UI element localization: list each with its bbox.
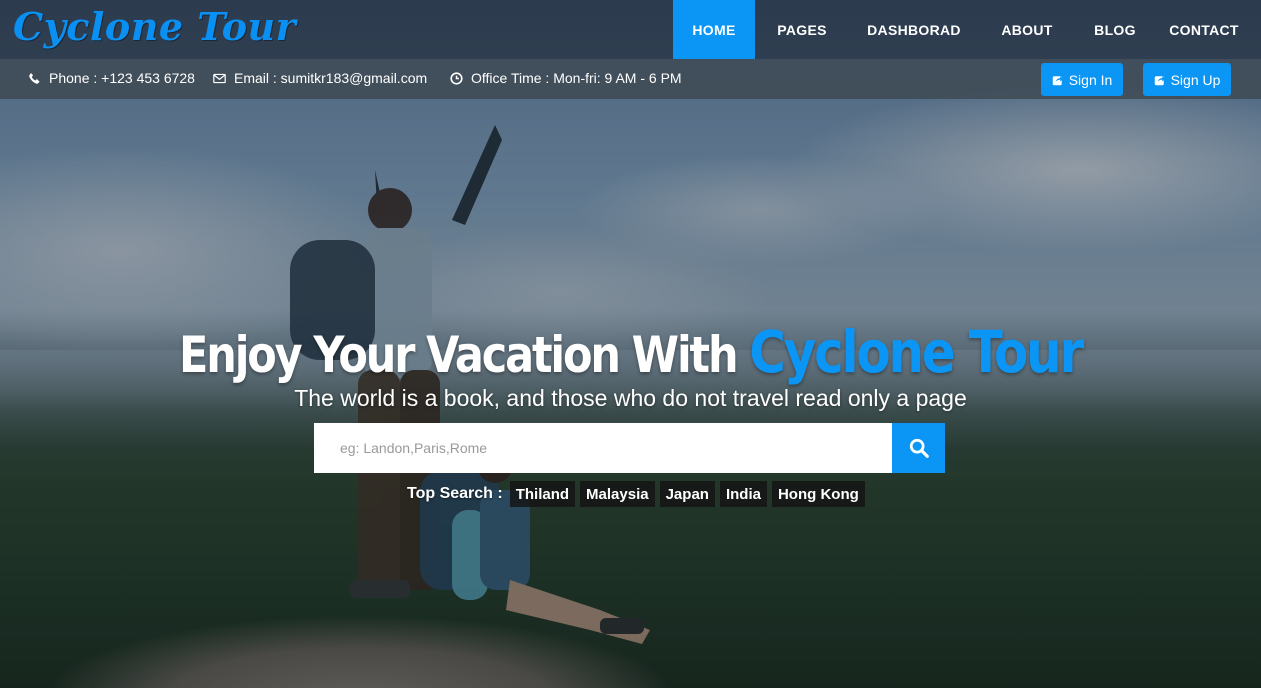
office-time-info: Office Time : Mon-fri: 9 AM - 6 PM	[450, 70, 682, 86]
main-nav: HOME PAGES DASHBORAD ABOUT BLOG CONTACT	[673, 0, 1261, 59]
destination-search-input[interactable]	[314, 423, 892, 473]
hero-title: Enjoy Your Vacation With Cyclone Tour	[88, 318, 1172, 386]
contact-info-bar: Phone : +123 453 6728 Email : sumitkr183…	[0, 59, 1261, 99]
email-text[interactable]: Email : sumitkr183@gmail.com	[234, 70, 427, 86]
sign-up-label: Sign Up	[1170, 71, 1221, 88]
email-info: Email : sumitkr183@gmail.com	[213, 70, 427, 86]
sign-in-button[interactable]: Sign In	[1041, 63, 1123, 96]
nav-item-blog[interactable]: BLOG	[1075, 0, 1155, 59]
hero-subtitle: The world is a book, and those who do no…	[294, 385, 967, 411]
phone-icon	[29, 72, 40, 84]
site-logo[interactable]: Cyclone Tour	[13, 4, 296, 49]
hero-title-brand: Cyclone Tour	[749, 318, 1084, 386]
tag-hong-kong[interactable]: Hong Kong	[771, 481, 865, 507]
phone-info: Phone : +123 453 6728	[28, 70, 195, 86]
tag-india[interactable]: India	[719, 481, 767, 507]
tag-malaysia[interactable]: Malaysia	[580, 481, 655, 507]
clock-icon	[450, 71, 463, 85]
top-navbar: Cyclone Tour HOME PAGES DASHBORAD ABOUT …	[0, 0, 1261, 59]
top-search-tags: Top Search : Thiland Malaysia Japan Indi…	[407, 481, 865, 507]
office-time-text: Office Time : Mon-fri: 9 AM - 6 PM	[471, 70, 682, 86]
nav-item-home[interactable]: HOME	[673, 0, 755, 59]
hero-title-prefix: Enjoy Your Vacation With	[179, 326, 739, 384]
nav-item-pages[interactable]: PAGES	[755, 0, 849, 59]
search-icon	[909, 438, 929, 458]
nav-item-dashboard[interactable]: DASHBORAD	[849, 0, 979, 59]
envelope-icon	[213, 73, 226, 83]
nav-item-about[interactable]: ABOUT	[979, 0, 1075, 59]
share-square-icon	[1154, 75, 1165, 85]
sign-up-button[interactable]: Sign Up	[1143, 63, 1231, 96]
share-square-icon	[1052, 75, 1063, 85]
search-button[interactable]	[892, 423, 945, 473]
phone-text: Phone : +123 453 6728	[49, 70, 195, 86]
top-search-label: Top Search :	[407, 485, 503, 502]
tag-thiland[interactable]: Thiland	[509, 481, 576, 507]
nav-item-contact[interactable]: CONTACT	[1155, 0, 1261, 59]
sign-in-label: Sign In	[1068, 71, 1113, 88]
tag-japan[interactable]: Japan	[659, 481, 715, 507]
